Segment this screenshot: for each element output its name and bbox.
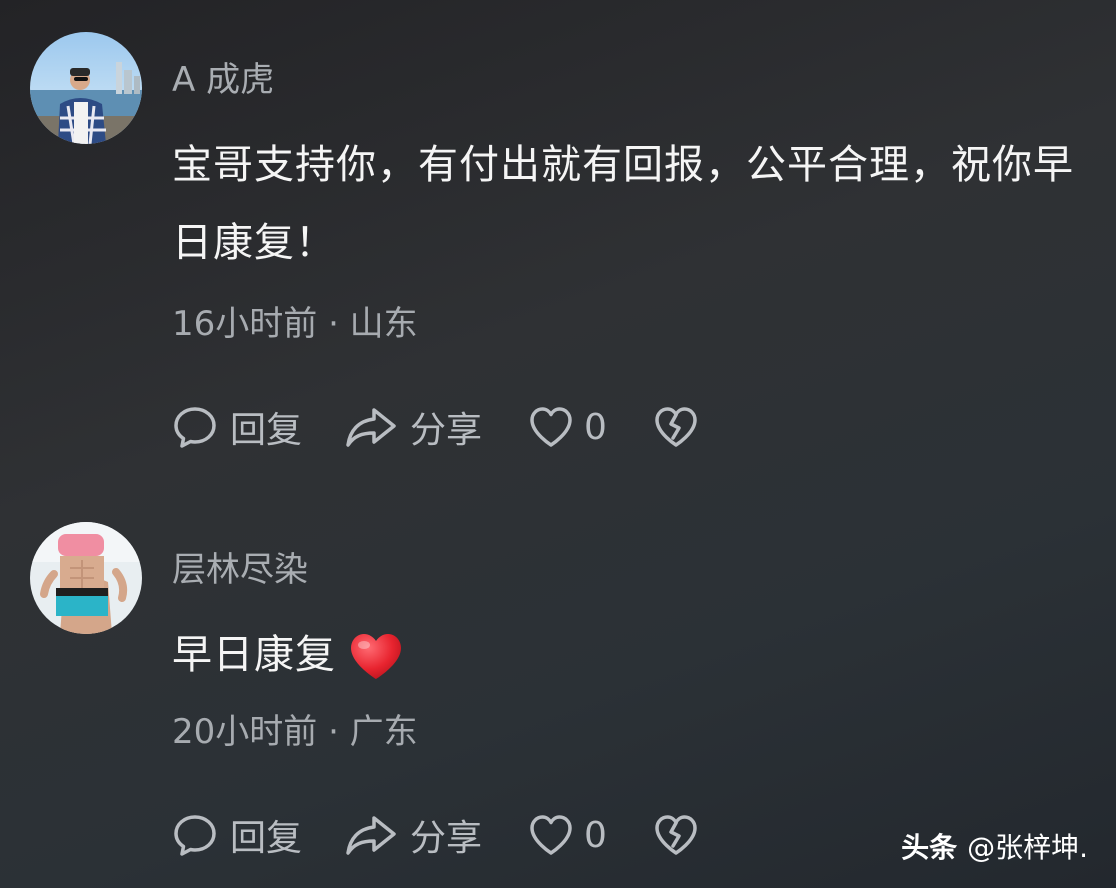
share-arrow-icon [346, 816, 396, 855]
reply-button[interactable]: 回复 [172, 809, 302, 861]
comment-text-wrapper: 早日康复 [172, 616, 1092, 694]
like-button[interactable]: 0 [528, 813, 607, 857]
like-count: 0 [584, 814, 607, 856]
avatar-photo [30, 32, 142, 144]
watermark-brand: 头条 [901, 831, 958, 864]
share-label: 分享 [410, 410, 483, 451]
reply-button[interactable]: 回复 [172, 401, 302, 453]
comment-bubble-icon [174, 407, 216, 448]
comment-text: 宝哥支持你，有付出就有回报，公平合理，祝你早日康复！ [172, 142, 1074, 266]
comment-bubble-icon [174, 815, 216, 856]
like-button[interactable]: 0 [528, 405, 607, 449]
comment-time-location: 16小时前 · 山东 [172, 304, 418, 344]
username[interactable]: A 成虎 [172, 52, 274, 101]
username[interactable]: 层林尽染 [172, 542, 308, 591]
comment-actions: 回复 分享 0 [172, 402, 699, 452]
dislike-button[interactable] [653, 405, 699, 449]
comment-time-location: 20小时前 · 广东 [172, 712, 418, 752]
red-heart-emoji [348, 631, 404, 683]
share-arrow-icon [346, 408, 396, 447]
avatar[interactable] [30, 522, 142, 634]
share-button[interactable]: 分享 [344, 401, 482, 453]
avatar-photo [30, 522, 142, 634]
comment-text: 早日康复 [172, 632, 336, 678]
broken-heart-icon [655, 407, 697, 447]
comment-actions: 回复 分享 0 [172, 810, 699, 860]
share-button[interactable]: 分享 [344, 809, 482, 861]
heart-outline-icon [530, 407, 572, 447]
avatar[interactable] [30, 32, 142, 144]
reply-label: 回复 [230, 410, 303, 451]
broken-heart-icon [655, 815, 697, 855]
heart-outline-icon [530, 815, 572, 855]
like-count: 0 [584, 406, 607, 448]
watermark: 头条 @张梓坤. [901, 826, 1088, 866]
watermark-handle: @张梓坤. [967, 831, 1088, 864]
dislike-button[interactable] [653, 813, 699, 857]
share-label: 分享 [410, 818, 483, 859]
reply-label: 回复 [230, 818, 303, 859]
